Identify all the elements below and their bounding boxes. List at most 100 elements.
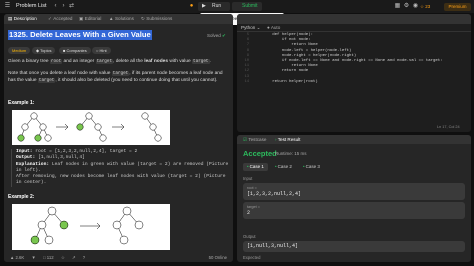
logo-icon[interactable]: ☰	[4, 3, 11, 10]
case-label: Case 3	[305, 164, 320, 169]
input-root-box: root = [1,2,3,2,null,2,4]	[243, 183, 465, 200]
run-button[interactable]: ▶ Run	[198, 2, 230, 11]
book-icon: ▣	[79, 16, 84, 21]
input-target-box: target = 2	[243, 202, 465, 219]
editor-toolbar: Python ⌄ ● Auto	[237, 24, 471, 32]
output-label: Output	[243, 234, 256, 239]
flask-icon: ▲	[109, 16, 114, 21]
streak-value: 23	[425, 4, 431, 9]
tab-test-result[interactable]: › Test Result	[275, 135, 300, 144]
debug-icon[interactable]: ●	[188, 3, 195, 10]
code-line: return helper(root)	[253, 79, 318, 84]
editor-tabbar	[237, 14, 471, 24]
share-icon[interactable]: ↗	[72, 255, 76, 260]
settings-icon[interactable]: ⚙	[403, 3, 410, 10]
star-icon[interactable]: ☆	[61, 255, 65, 260]
problem-list-link[interactable]: Problem List	[16, 3, 47, 10]
auto-label: Auto	[270, 25, 281, 30]
case-tab-2[interactable]: •Case 2	[271, 163, 296, 171]
submit-label: Submit	[242, 3, 258, 9]
shuffle-icon[interactable]: ⇄	[68, 3, 75, 10]
cursor-position: Ln 17, Col 24	[437, 125, 460, 129]
streak-counter[interactable]: ☆ 23	[420, 3, 430, 11]
example-2-figure	[12, 204, 170, 250]
bell-icon[interactable]: ◉	[412, 3, 419, 10]
output-box: [1,null,3,null,4]	[243, 241, 465, 252]
example-line-label: Output:	[16, 155, 36, 161]
root-value: [1,2,3,2,null,2,4]	[247, 191, 302, 197]
comments-button[interactable]: □ 112	[43, 255, 54, 260]
tab-testcase-label: Testcase	[248, 137, 267, 142]
tab-accepted-label: Accepted	[53, 16, 73, 21]
test-result-panel: ☑ Testcase › Test Result Accepted Runtim…	[237, 135, 471, 262]
layout-icon[interactable]: ▦	[394, 3, 401, 10]
tag-icon: ◆	[36, 48, 40, 53]
inline-code: target	[37, 77, 56, 83]
tab-accepted[interactable]: ✓ Accepted	[48, 14, 72, 24]
example-1-figure	[12, 110, 170, 145]
help-icon[interactable]: ?	[83, 255, 85, 260]
inline-code: target	[95, 59, 114, 64]
difficulty-tag[interactable]: Medium	[8, 47, 31, 54]
document-icon: ▤	[8, 16, 13, 21]
run-label: Run	[212, 3, 222, 9]
description-tabs: ▤ Description ✓ Accepted ▣ Editorial ▲ Solut…	[4, 14, 233, 24]
code-line: return node	[253, 69, 309, 74]
tab-test-result-label: Test Result	[277, 137, 301, 142]
submit-button[interactable]: Submit	[232, 2, 262, 11]
desc-text: , delete all the	[113, 59, 143, 64]
desc-text: and an integer	[63, 59, 95, 64]
hint-label: Hint	[99, 48, 107, 53]
lock-icon: ■	[63, 48, 66, 53]
next-problem-icon[interactable]: ›	[60, 3, 67, 10]
example-line-text: After removing, new nodes become leaf no…	[16, 174, 226, 186]
desc-text: , it should also be deleted (you need to…	[55, 77, 218, 83]
tab-testcase[interactable]: ☑ Testcase	[243, 135, 266, 144]
code-editor-panel: Python ⌄ ● Auto 5 def helper(node): 6 if…	[237, 14, 471, 132]
example-line-text: [1,null,3,null,4]	[35, 155, 85, 161]
tab-submissions[interactable]: ↻ Submissions	[141, 14, 172, 24]
dislike-button[interactable]: ▼	[32, 255, 36, 260]
tab-description[interactable]: ▤ Description	[8, 14, 37, 24]
pass-dot-icon: •	[303, 164, 305, 169]
check-icon: ✓	[48, 16, 52, 21]
expected-label: Expected	[243, 255, 261, 260]
example-line-label: Explanation:	[16, 161, 50, 167]
companies-label: Companies	[66, 48, 87, 53]
pass-dot-icon: •	[275, 164, 277, 169]
like-button[interactable]: ▲ 2.6K	[10, 255, 24, 260]
example-line-label: Input:	[16, 149, 33, 154]
companies-tag[interactable]: ■ Companies	[59, 47, 91, 54]
lock-icon: ●	[267, 25, 270, 30]
premium-button[interactable]: Premium	[444, 3, 471, 11]
topics-tag[interactable]: ◆ Topics	[32, 47, 56, 54]
solved-badge: Solved ✔	[207, 33, 226, 39]
case-label: Case 1	[249, 164, 264, 169]
target-value: 2	[247, 210, 251, 216]
case-tab-3[interactable]: •Case 3	[299, 163, 324, 171]
top-bar: ☰ Problem List ‹ › ⇄ ● ▶ Run Submit ▦ ⚙ …	[0, 0, 474, 13]
case-label: Case 2	[277, 164, 292, 169]
result-status: Accepted	[243, 149, 277, 158]
language-value: Python	[241, 25, 256, 30]
autosave-indicator: ● Auto	[267, 24, 280, 32]
terminal-icon: ›	[275, 137, 277, 142]
hint-tag[interactable]: ○ Hint	[92, 47, 111, 54]
desc-text: .	[209, 59, 211, 64]
input-label: Input	[243, 176, 253, 181]
pass-dot-icon: •	[247, 164, 249, 169]
code-area[interactable]: 5 def helper(node): 6 if not node: 7 ret…	[237, 33, 471, 123]
description-paragraph-2: Note that once you delete a leaf node wi…	[8, 71, 230, 84]
checkbox-icon: ☑	[243, 137, 248, 142]
runtime-label: Runtime: 15 ms	[275, 151, 307, 156]
line-number: 14	[244, 79, 249, 84]
topics-label: Topics	[40, 48, 52, 53]
prev-problem-icon[interactable]: ‹	[52, 3, 59, 10]
case-tab-1[interactable]: •Case 1	[243, 163, 268, 171]
solved-label: Solved	[207, 33, 221, 38]
language-select[interactable]: Python ⌄	[241, 24, 260, 32]
tab-description-label: Description	[13, 16, 37, 21]
tab-editorial[interactable]: ▣ Editorial	[79, 14, 101, 24]
desc-text: Given a binary tree	[8, 59, 49, 64]
tab-solutions[interactable]: ▲ Solutions	[109, 14, 134, 24]
